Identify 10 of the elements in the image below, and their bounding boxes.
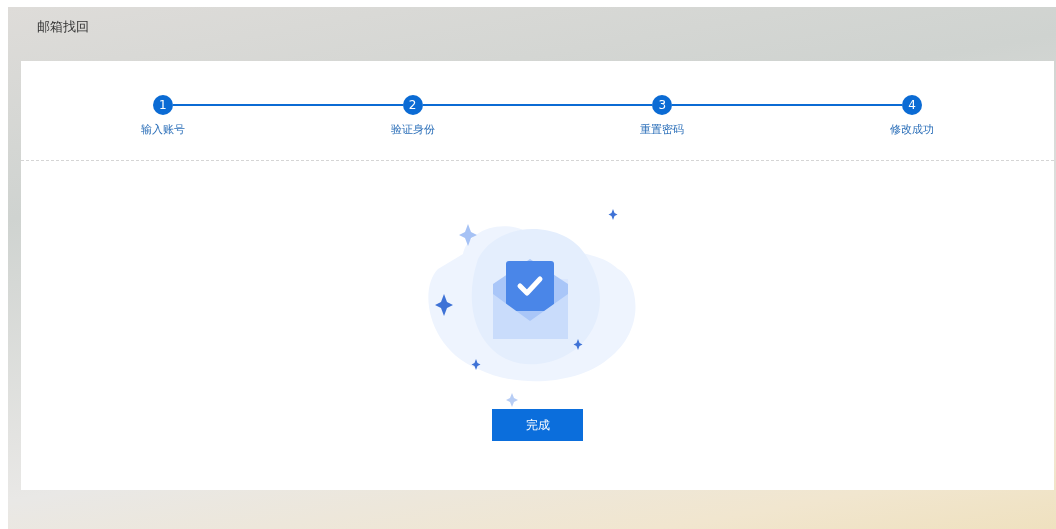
step-number: 3 — [652, 95, 673, 115]
step-label: 修改成功 — [890, 122, 935, 137]
step-label: 重置密码 — [640, 122, 685, 137]
page-title: 邮箱找回 — [37, 18, 89, 36]
step-number: 2 — [402, 95, 423, 115]
step-number: 1 — [152, 95, 173, 115]
step-label: 验证身份 — [390, 122, 435, 137]
step-number: 4 — [902, 95, 923, 115]
step-label: 输入账号 — [140, 122, 185, 137]
finish-button[interactable]: 完成 — [492, 409, 583, 441]
